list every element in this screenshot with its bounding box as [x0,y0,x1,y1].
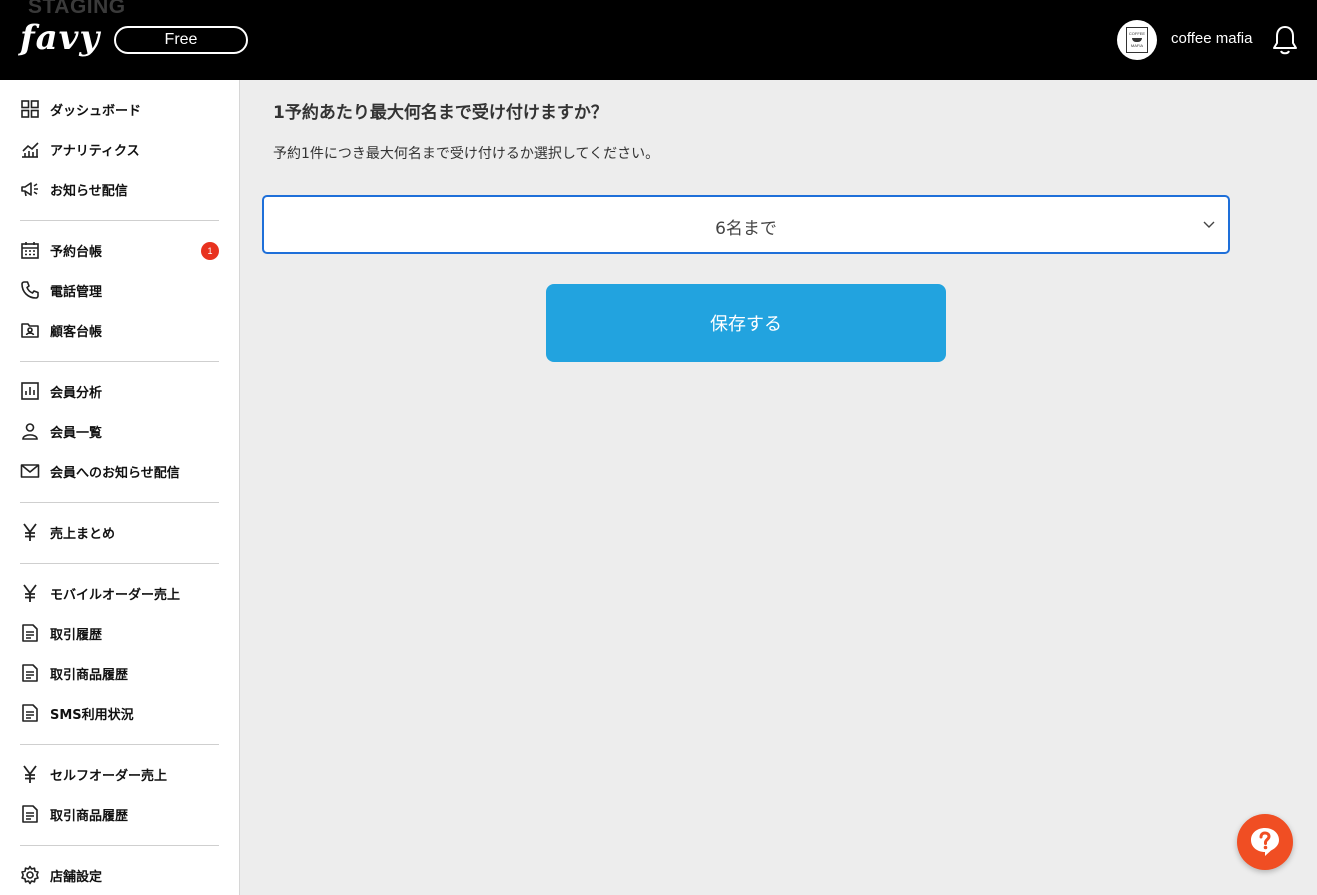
sidebar-item-transaction-product-history[interactable]: 取引商品履歴 [20,658,220,688]
store-avatar[interactable]: COFFEE MAFIA [1117,20,1157,60]
sidebar-item-analytics[interactable]: アナリティクス [20,134,220,164]
plan-badge[interactable]: Free [114,26,248,54]
sidebar-item-member-list[interactable]: 会員一覧 [20,416,220,446]
sidebar-item-store-settings[interactable]: 店舗設定 [20,860,220,890]
yen-icon [20,522,40,542]
yen-icon [20,764,40,784]
sidebar-item-customer-ledger[interactable]: 顧客台帳 [20,315,220,345]
help-chat-button[interactable] [1237,814,1293,870]
analytics-icon [20,139,40,159]
sidebar-item-label: SMS利用状況 [50,707,134,723]
sidebar-item-self-order-sales[interactable]: セルフオーダー売上 [20,759,220,789]
top-header: STAGING favy Free COFFEE MAFIA coffee ma… [0,0,1317,80]
person-icon [20,421,40,441]
sidebar-item-mobile-order-sales[interactable]: モバイルオーダー売上 [20,578,220,608]
member-analysis-icon [20,381,40,401]
sidebar-item-label: 電話管理 [50,284,103,300]
sidebar-item-transaction-history[interactable]: 取引履歴 [20,618,220,648]
sidebar: ダッシュボード アナリティクス お知らせ配信 予約台帳 1 電話管理 顧客台帳 [0,80,240,895]
sidebar-item-label: モバイルオーダー売上 [50,587,181,603]
sidebar-item-member-analysis[interactable]: 会員分析 [20,376,220,406]
sidebar-item-label: 予約台帳 [50,244,103,260]
sidebar-divider [20,361,219,362]
sidebar-item-label: 会員分析 [50,385,103,401]
notification-bell-icon[interactable] [1270,24,1300,56]
sidebar-item-sms-usage[interactable]: SMS利用状況 [20,698,220,728]
sidebar-item-label: アナリティクス [50,143,140,159]
sidebar-item-label: 店舗設定 [50,869,103,885]
sidebar-item-member-announcements[interactable]: 会員へのお知らせ配信 [20,456,220,486]
select-value: 6名まで [715,219,777,239]
document-icon [20,623,40,643]
sidebar-item-label: お知らせ配信 [50,183,128,199]
question-mark-icon [1251,828,1279,856]
phone-icon [20,280,40,300]
save-button[interactable]: 保存する [546,284,946,362]
sidebar-item-self-order-product-history[interactable]: 取引商品履歴 [20,799,220,829]
sidebar-item-label: 取引履歴 [50,627,103,643]
document-icon [20,703,40,723]
sidebar-item-announcements[interactable]: お知らせ配信 [20,174,220,204]
sidebar-divider [20,563,219,564]
sidebar-item-label: セルフオーダー売上 [50,768,168,784]
favy-logo[interactable]: favy [20,18,100,58]
sidebar-divider [20,502,219,503]
sidebar-item-label: ダッシュボード [50,103,142,119]
customer-ledger-icon [20,320,40,340]
sidebar-item-reservations[interactable]: 予約台帳 1 [20,235,220,265]
sidebar-item-label: 取引商品履歴 [50,667,129,683]
megaphone-icon [20,179,40,199]
environment-label: STAGING [28,0,126,18]
chevron-down-icon [1203,221,1215,228]
store-name[interactable]: coffee mafia [1171,30,1252,47]
mail-icon [20,461,40,481]
sidebar-item-sales-summary[interactable]: 売上まとめ [20,517,220,547]
notification-count-badge: 1 [201,242,219,260]
sidebar-divider [20,744,219,745]
sidebar-item-label: 会員一覧 [50,425,103,441]
sidebar-item-label: 売上まとめ [50,526,116,542]
sidebar-divider [20,845,219,846]
question-description: 予約1件につき最大何名まで受け付けるか選択してください。 [273,146,660,162]
sidebar-item-label: 取引商品履歴 [50,808,129,824]
gear-icon [20,865,40,885]
sidebar-divider [20,220,219,221]
document-icon [20,804,40,824]
sidebar-item-label: 顧客台帳 [50,324,103,340]
question-heading: 1予約あたり最大何名まで受け付けますか？ [273,103,608,123]
yen-icon [20,583,40,603]
sidebar-item-label: 会員へのお知らせ配信 [50,465,180,481]
max-guests-select[interactable]: 6名まで [262,195,1230,254]
sidebar-item-dashboard[interactable]: ダッシュボード [20,94,220,124]
store-logo-icon: COFFEE MAFIA [1126,27,1148,53]
calendar-icon [20,240,40,260]
sidebar-item-phone[interactable]: 電話管理 [20,275,220,305]
document-icon [20,663,40,683]
dashboard-icon [20,99,40,119]
